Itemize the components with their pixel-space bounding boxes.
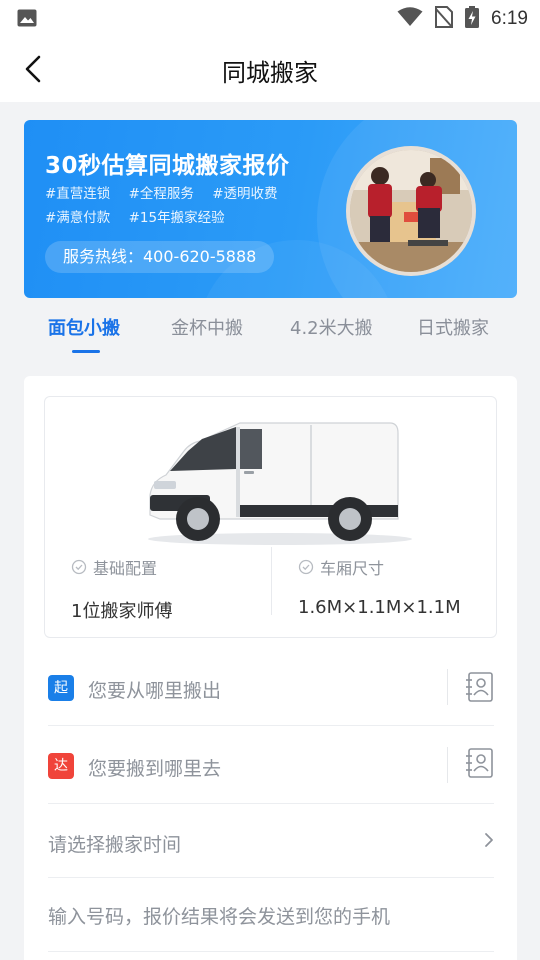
banner-title: 30秒估算同城搬家报价 bbox=[45, 153, 290, 179]
to-badge: 达 bbox=[48, 753, 74, 779]
chevron-right-icon bbox=[484, 832, 494, 852]
basic-config-label: 基础配置 bbox=[93, 559, 158, 578]
basic-config: 基础配置 1位搬家师傅 bbox=[71, 555, 172, 623]
move-time-row[interactable]: 请选择搬家时间 bbox=[48, 804, 494, 878]
to-address-input[interactable]: 您要搬到哪里去 bbox=[88, 754, 221, 781]
cargo-size: 车厢尺寸 1.6M×1.1M×1.1M bbox=[298, 555, 461, 618]
status-bar: 6:19 bbox=[0, 0, 540, 36]
contacts-icon[interactable] bbox=[466, 748, 494, 782]
row-divider bbox=[447, 669, 448, 705]
from-address-row[interactable]: 起 您要从哪里搬出 bbox=[48, 648, 494, 726]
tab-4-2m[interactable]: 4.2米大搬 bbox=[290, 314, 373, 340]
cargo-size-value: 1.6M×1.1M×1.1M bbox=[298, 597, 461, 618]
page-title: 同城搬家 bbox=[222, 59, 318, 87]
wifi-icon bbox=[397, 7, 423, 31]
phone-row[interactable]: 输入号码，报价结果将会发送到您的手机 bbox=[48, 878, 494, 952]
active-tab-indicator bbox=[72, 350, 100, 353]
check-circle-icon bbox=[298, 559, 314, 575]
movers-photo bbox=[346, 146, 476, 276]
image-notification-icon bbox=[17, 9, 37, 31]
contacts-icon[interactable] bbox=[466, 672, 494, 706]
service-hotline[interactable]: 服务热线：400-620-5888 bbox=[45, 241, 275, 273]
tab-mianbao[interactable]: 面包小搬 bbox=[48, 314, 120, 340]
tab-jinbei[interactable]: 金杯中搬 bbox=[171, 314, 243, 340]
banner-tag: #15年搬家经验 bbox=[128, 210, 225, 226]
vehicle-info: 基础配置 1位搬家师傅 车厢尺寸 1.6M×1.1M×1.1M bbox=[44, 396, 497, 638]
vehicle-tabs: 面包小搬 金杯中搬 4.2米大搬 日式搬家 bbox=[24, 304, 517, 364]
tab-japanese[interactable]: 日式搬家 bbox=[417, 314, 489, 340]
no-sim-icon bbox=[435, 6, 454, 32]
banner-tag: #透明收费 bbox=[212, 186, 278, 202]
battery-charging-icon bbox=[465, 6, 480, 32]
from-badge: 起 bbox=[48, 675, 74, 701]
banner-tag: #满意付款 bbox=[45, 210, 111, 226]
quote-card: 基础配置 1位搬家师傅 车厢尺寸 1.6M×1.1M×1.1M 起 您要从哪里搬… bbox=[24, 376, 517, 960]
banner-tag: #全程服务 bbox=[128, 186, 194, 202]
spec-divider bbox=[271, 547, 272, 615]
to-address-row[interactable]: 达 您要搬到哪里去 bbox=[48, 726, 494, 804]
basic-config-value: 1位搬家师傅 bbox=[71, 601, 173, 622]
banner-tags: #直营连锁 #全程服务 #透明收费 #满意付款 #15年搬家经验 bbox=[45, 182, 325, 230]
banner-tag: #直营连锁 bbox=[45, 186, 111, 202]
cargo-size-label: 车厢尺寸 bbox=[320, 559, 385, 578]
status-time: 6:19 bbox=[491, 8, 528, 29]
van-image bbox=[140, 411, 416, 555]
promo-banner[interactable]: 30秒估算同城搬家报价 #直营连锁 #全程服务 #透明收费 #满意付款 #15年… bbox=[24, 120, 517, 298]
row-divider bbox=[447, 747, 448, 783]
move-time-select[interactable]: 请选择搬家时间 bbox=[48, 830, 181, 857]
phone-input[interactable]: 输入号码，报价结果将会发送到您的手机 bbox=[48, 902, 390, 929]
from-address-input[interactable]: 您要从哪里搬出 bbox=[88, 676, 221, 703]
check-circle-icon bbox=[71, 559, 87, 575]
navigation-bar: 同城搬家 bbox=[0, 36, 540, 102]
